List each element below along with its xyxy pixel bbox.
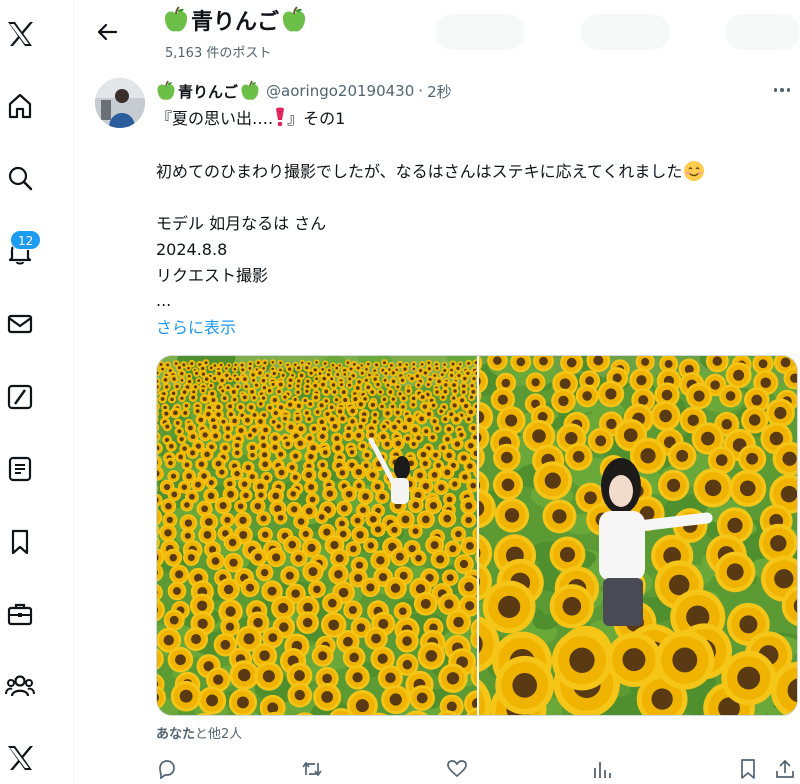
smiling-face-icon [684, 161, 705, 181]
home-icon[interactable] [0, 86, 40, 126]
red-exclamation-icon [276, 107, 285, 127]
blurred-tab [725, 14, 800, 50]
back-arrow-icon[interactable] [93, 18, 121, 46]
liked-by-you: あなた [156, 727, 196, 742]
tweet-text-line: 『夏の思い出…. 』その1 [156, 107, 345, 130]
tweet-text-line: 初めてのひまわり撮影でしたが、なるはさんはステキに応えてくれました [156, 160, 705, 183]
share-icon[interactable] [774, 758, 796, 780]
messages-envelope-icon[interactable] [0, 304, 40, 344]
avatar[interactable] [95, 78, 145, 128]
media-grid [156, 355, 798, 716]
left-navigation: 12 [0, 0, 74, 784]
blurred-tab [580, 14, 670, 50]
post-count: 5,163 件のポスト [165, 46, 272, 61]
search-icon[interactable] [0, 158, 40, 198]
post-time[interactable]: 2秒 [427, 81, 452, 102]
communities-icon[interactable] [0, 666, 40, 706]
like-icon[interactable] [446, 758, 468, 780]
more-options-icon[interactable] [770, 82, 794, 98]
page-title: 青りんご [163, 4, 307, 36]
header-display-name: 青りんご [191, 10, 280, 35]
views-icon[interactable] [591, 758, 613, 780]
author-display-name: 青りんご [178, 82, 239, 101]
bookmarks-icon[interactable] [0, 522, 40, 562]
separator-dot: · [418, 82, 424, 100]
tweet-text-part: 初めてのひまわり撮影でしたが、なるはさんはステキに応えてくれました [156, 162, 683, 181]
author-name[interactable]: 青りんご [156, 80, 260, 102]
tweet-header: 青りんご @aoringo20190430 · 2秒 [156, 80, 452, 102]
blurred-tab [435, 14, 525, 50]
green-apple-icon [282, 6, 306, 32]
reply-icon[interactable] [156, 758, 178, 780]
repost-icon[interactable] [301, 758, 323, 780]
notifications-badge: 12 [10, 230, 42, 250]
tweet-text-line: モデル 如月なるは さん [156, 214, 327, 233]
green-apple-icon [164, 6, 188, 32]
tweet-text-line: リクエスト撮影 [156, 266, 269, 285]
author-handle[interactable]: @aoringo20190430 [266, 82, 414, 100]
profile-header: 青りんご 5,163 件のポスト [75, 0, 800, 68]
show-more-link[interactable]: さらに表示 [156, 317, 236, 339]
x-logo-icon[interactable] [0, 14, 40, 54]
bookmark-icon[interactable] [737, 758, 759, 780]
tweet-text-line: 2024.8.8 [156, 240, 228, 259]
jobs-briefcase-icon[interactable] [0, 594, 40, 634]
tweet-text-line: ... [156, 291, 172, 310]
liked-by-others: と他2人 [195, 727, 243, 742]
green-apple-icon [241, 80, 259, 100]
liked-by[interactable]: あなたと他2人 [156, 723, 242, 742]
grok-slash-icon[interactable] [0, 377, 40, 417]
tweet-text-part: 『夏の思い出…. [156, 109, 274, 128]
lists-icon[interactable] [0, 449, 40, 489]
premium-x-icon[interactable] [0, 738, 40, 778]
tweet-text-part: 』その1 [287, 109, 346, 128]
sunflower-photo-2[interactable] [479, 356, 797, 715]
green-apple-icon [157, 80, 175, 100]
sunflower-photo-1[interactable] [157, 356, 477, 715]
